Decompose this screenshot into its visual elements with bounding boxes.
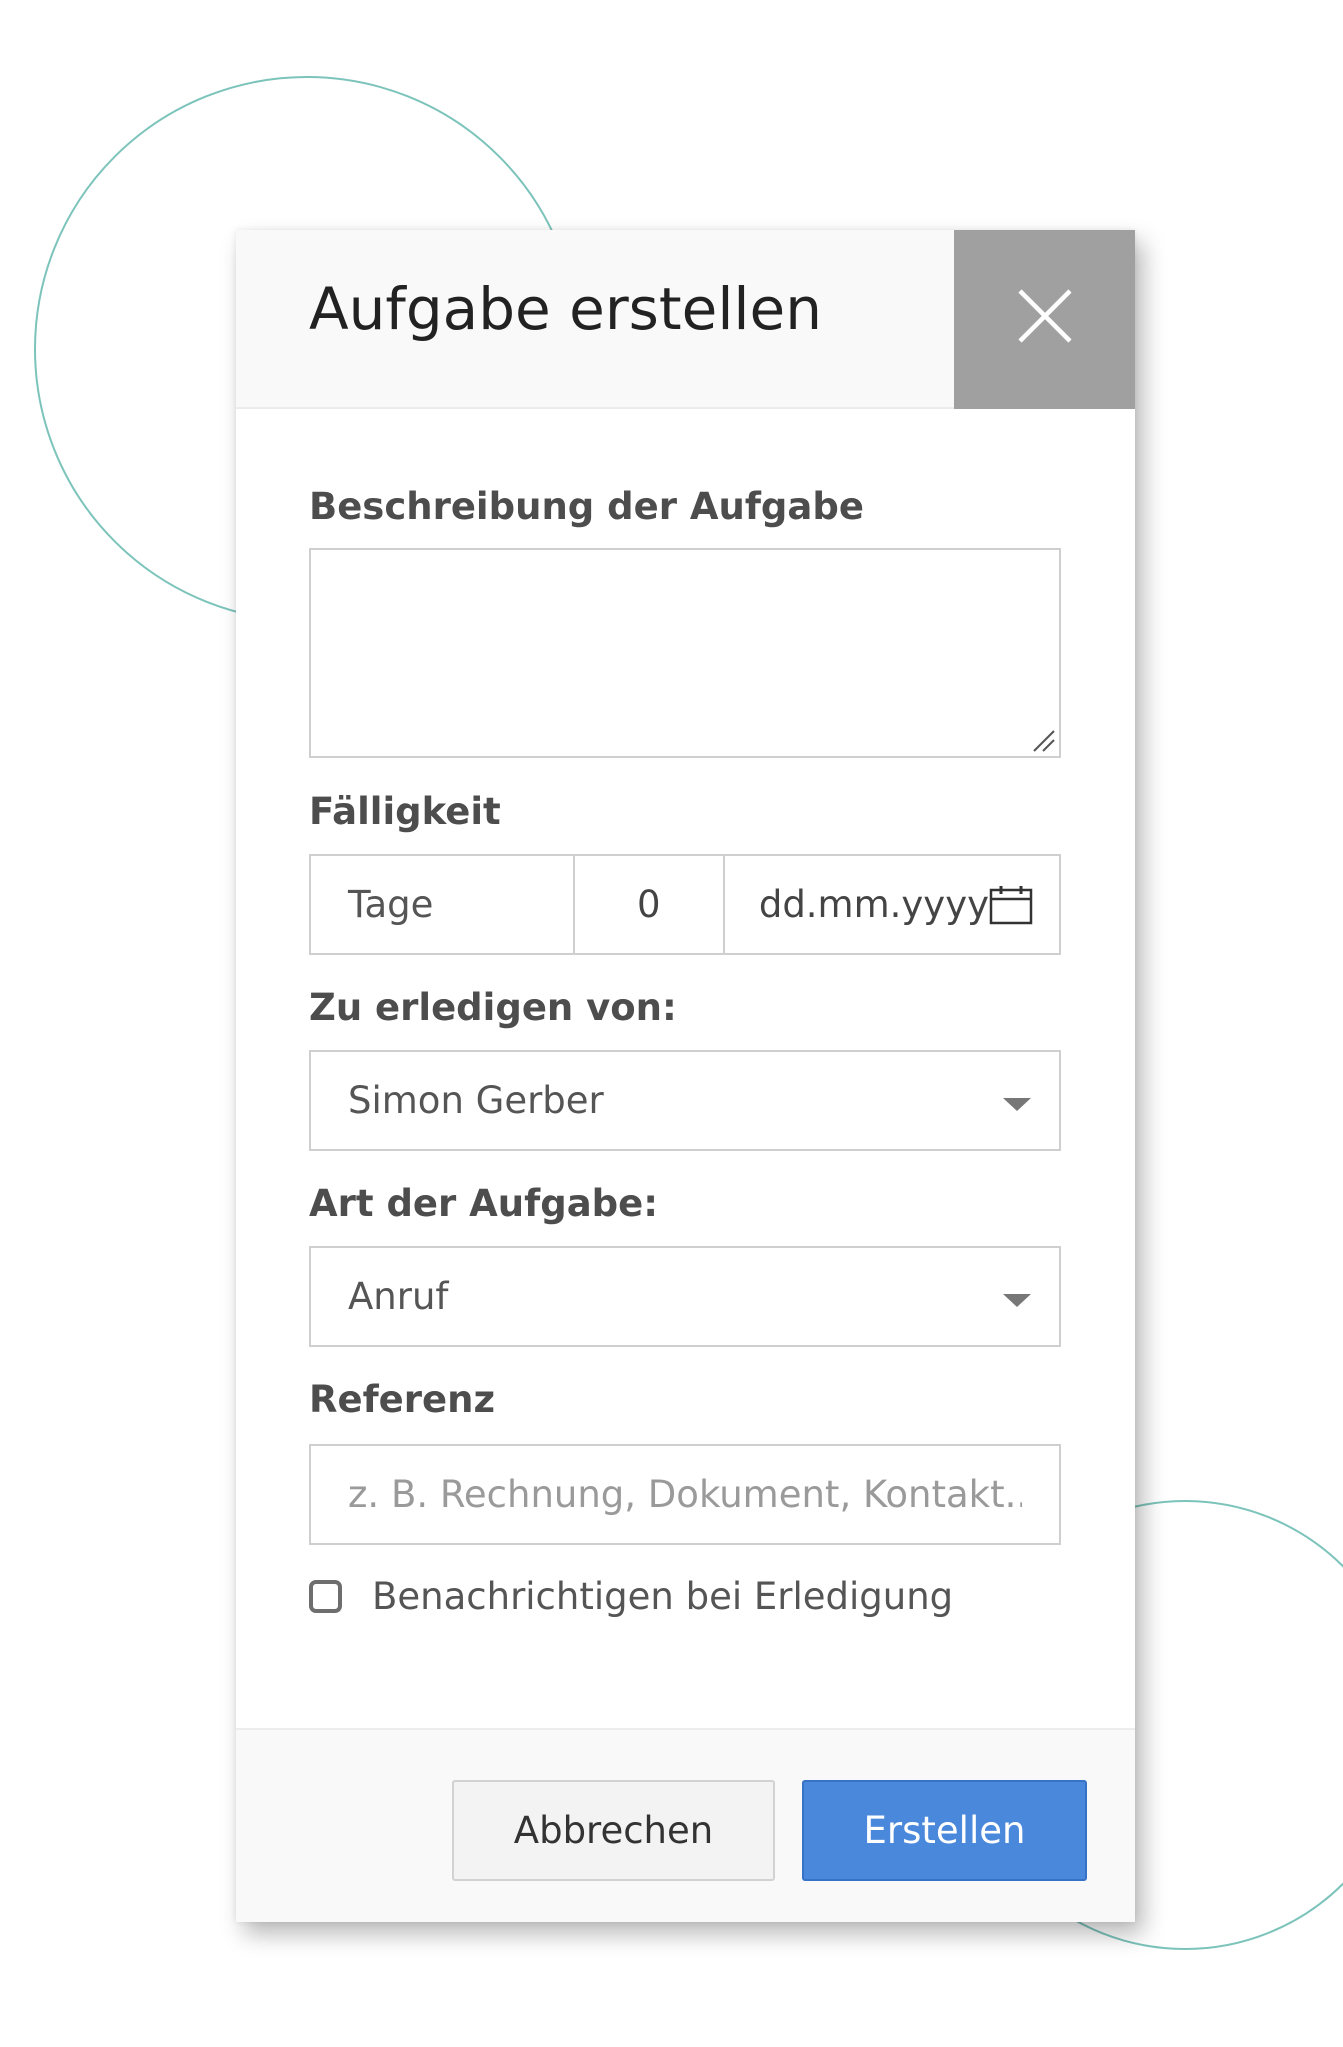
description-textarea[interactable] [311, 550, 1059, 756]
resize-handle-icon[interactable] [1030, 727, 1056, 753]
due-unit-select[interactable]: Tage [311, 856, 575, 953]
task-type-select[interactable]: Anruf [309, 1246, 1061, 1347]
due-count-value: 0 [636, 883, 661, 926]
assignee-select[interactable]: Simon Gerber [309, 1050, 1061, 1151]
create-button[interactable]: Erstellen [802, 1780, 1087, 1881]
cancel-button[interactable]: Abbrechen [452, 1780, 775, 1881]
dialog-footer: Abbrechen Erstellen [236, 1728, 1135, 1922]
page-background: Aufgabe erstellen Beschreibung der Aufga… [0, 0, 1343, 2047]
description-label: Beschreibung der Aufgabe [309, 485, 864, 528]
due-unit-value: Tage [348, 883, 434, 926]
create-task-dialog: Aufgabe erstellen Beschreibung der Aufga… [236, 230, 1135, 1922]
notify-checkbox[interactable] [309, 1580, 342, 1613]
assignee-selected-value: Simon Gerber [348, 1079, 604, 1122]
notify-checkbox-row[interactable]: Benachrichtigen bei Erledigung [309, 1575, 953, 1618]
due-count-input[interactable]: 0 [575, 856, 725, 953]
task-type-selected-value: Anruf [348, 1275, 449, 1318]
due-input-group: Tage 0 dd.mm.yyyy [309, 854, 1061, 955]
due-date-input[interactable]: dd.mm.yyyy [725, 856, 1059, 953]
calendar-icon[interactable] [989, 885, 1033, 925]
chevron-down-icon [1003, 1294, 1031, 1307]
due-date-placeholder: dd.mm.yyyy [758, 883, 989, 926]
reference-input-wrapper [309, 1444, 1061, 1545]
chevron-down-icon [1003, 1098, 1031, 1111]
dialog-header: Aufgabe erstellen [236, 230, 1135, 409]
assignee-label: Zu erledigen von: [309, 986, 677, 1029]
description-textarea-wrapper [309, 548, 1061, 758]
reference-input[interactable] [311, 1446, 1059, 1543]
close-icon [1018, 289, 1072, 343]
due-label: Fälligkeit [309, 790, 501, 833]
dialog-title: Aufgabe erstellen [309, 275, 822, 343]
task-type-label: Art der Aufgabe: [309, 1182, 659, 1225]
notify-checkbox-label: Benachrichtigen bei Erledigung [372, 1575, 954, 1618]
reference-label: Referenz [309, 1378, 495, 1421]
close-button[interactable] [954, 230, 1135, 409]
